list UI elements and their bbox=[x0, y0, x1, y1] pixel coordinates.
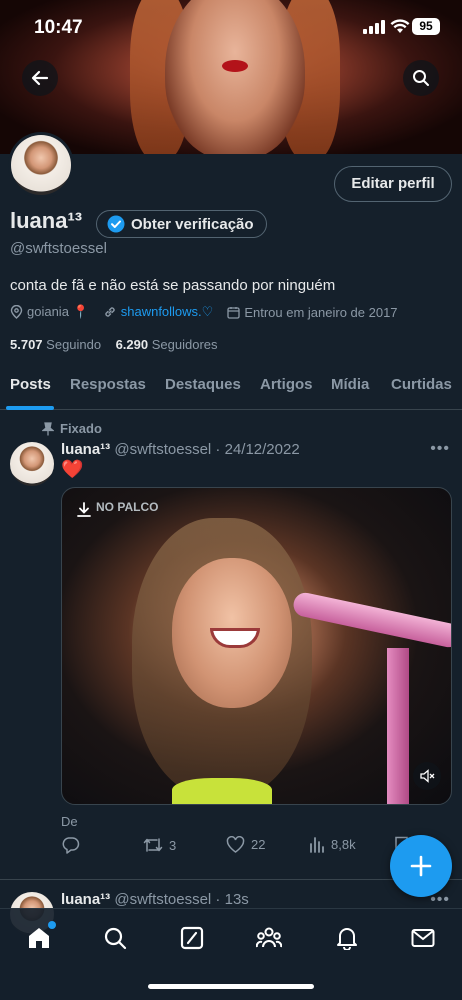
post-avatar-image bbox=[10, 442, 54, 486]
following-count: 5.707 bbox=[10, 337, 43, 352]
reply-icon bbox=[62, 837, 80, 854]
home-notification-dot bbox=[48, 921, 56, 929]
profile-meta: goiania 📍 shawnfollows.♡ Entrou em janei… bbox=[10, 304, 412, 320]
post-media-video[interactable]: NO PALCO bbox=[61, 487, 452, 805]
location-text: goiania 📍 bbox=[27, 304, 89, 319]
nav-notifications[interactable] bbox=[332, 923, 362, 953]
tab-media[interactable]: Mídia bbox=[331, 376, 369, 393]
search-button[interactable] bbox=[403, 60, 439, 96]
avatar-image bbox=[11, 135, 71, 195]
home-indicator bbox=[148, 984, 314, 989]
profile-tabs: Posts Respostas Destaques Artigos Mídia … bbox=[0, 366, 462, 410]
signal-icon bbox=[363, 20, 385, 34]
post-avatar[interactable] bbox=[10, 442, 54, 486]
wifi-icon bbox=[390, 19, 410, 33]
views-icon bbox=[310, 837, 324, 853]
post-handle-date: @swftstoessel · 24/12/2022 bbox=[114, 441, 300, 458]
website-link[interactable]: shawnfollows.♡ bbox=[121, 304, 214, 320]
nav-home[interactable] bbox=[24, 921, 56, 953]
profile-name: luana¹³ bbox=[10, 208, 83, 233]
get-verified-button[interactable]: Obter verificação bbox=[96, 210, 267, 238]
media-overlay-text: NO PALCO bbox=[96, 500, 159, 514]
media-microphone bbox=[291, 590, 451, 650]
post-header: luana¹³ @swftstoessel · 13s bbox=[61, 891, 249, 908]
profile-joined: Entrou em janeiro de 2017 bbox=[227, 304, 398, 320]
following-label: Seguindo bbox=[46, 337, 102, 352]
pinned-label: Fixado bbox=[42, 421, 102, 436]
followers-count: 6.290 bbox=[115, 337, 149, 352]
communities-icon bbox=[256, 927, 282, 948]
verified-badge-icon bbox=[107, 215, 125, 233]
repost-button[interactable]: 3 bbox=[143, 836, 176, 854]
post-author[interactable]: luana¹³ bbox=[61, 441, 110, 458]
follow-stats: 5.707 Seguindo 6.290 Seguidores bbox=[10, 337, 218, 352]
tab-likes[interactable]: Curtidas bbox=[391, 376, 452, 393]
back-button[interactable] bbox=[22, 60, 58, 96]
tab-replies[interactable]: Respostas bbox=[70, 376, 146, 393]
repost-count: 3 bbox=[169, 837, 177, 853]
search-icon bbox=[413, 70, 429, 86]
home-icon bbox=[29, 928, 49, 948]
post-author[interactable]: luana¹³ bbox=[61, 891, 110, 908]
followers-label: Seguidores bbox=[151, 337, 218, 352]
grok-icon bbox=[180, 926, 204, 950]
speaker-muted-icon bbox=[420, 769, 435, 783]
reply-button[interactable] bbox=[61, 836, 86, 854]
tab-highlights[interactable]: Destaques bbox=[165, 376, 241, 393]
tab-articles[interactable]: Artigos bbox=[260, 376, 313, 393]
download-icon bbox=[77, 502, 91, 517]
post-text: ❤️ bbox=[61, 459, 84, 479]
views-count: 8,8k bbox=[331, 837, 356, 852]
compose-plus-icon bbox=[410, 855, 432, 877]
status-time: 10:47 bbox=[34, 17, 83, 38]
post-header: luana¹³ @swftstoessel · 24/12/2022 bbox=[61, 441, 300, 458]
nav-grok[interactable] bbox=[177, 923, 207, 953]
profile-bio: conta de fã e não está se passando por n… bbox=[10, 277, 336, 294]
pinned-text: Fixado bbox=[60, 421, 102, 436]
status-bar: 10:47 95 bbox=[0, 0, 462, 54]
joined-text: Entrou em janeiro de 2017 bbox=[244, 304, 398, 320]
messages-icon bbox=[411, 929, 435, 947]
location-icon bbox=[10, 305, 23, 319]
nav-messages[interactable] bbox=[408, 923, 438, 953]
profile-location: goiania 📍 bbox=[10, 304, 89, 320]
profile-website[interactable]: shawnfollows.♡ bbox=[103, 304, 214, 320]
profile-avatar[interactable] bbox=[8, 132, 74, 198]
edit-profile-button[interactable]: Editar perfil bbox=[334, 166, 452, 202]
views-button[interactable]: 8,8k bbox=[309, 836, 356, 853]
like-icon bbox=[226, 836, 245, 853]
like-button[interactable]: 22 bbox=[226, 836, 265, 853]
nav-communities[interactable] bbox=[254, 923, 284, 953]
post-more-button[interactable]: ••• bbox=[430, 440, 450, 458]
compose-button[interactable] bbox=[390, 835, 452, 897]
search-icon bbox=[104, 927, 127, 950]
battery-indicator: 95 bbox=[412, 18, 440, 35]
notifications-icon bbox=[337, 928, 357, 950]
following-link[interactable]: 5.707 Seguindo bbox=[10, 337, 101, 352]
media-caption: De bbox=[61, 814, 78, 829]
get-verified-label: Obter verificação bbox=[131, 215, 254, 233]
repost-icon bbox=[143, 838, 163, 852]
media-outfit bbox=[172, 778, 272, 804]
tab-posts[interactable]: Posts bbox=[10, 376, 51, 393]
post-handle-date: @swftstoessel · 13s bbox=[114, 891, 249, 908]
like-count: 22 bbox=[251, 837, 266, 852]
nav-search[interactable] bbox=[100, 923, 130, 953]
calendar-icon bbox=[227, 306, 240, 319]
mute-button[interactable] bbox=[413, 762, 441, 790]
media-mic-stand bbox=[387, 648, 409, 804]
profile-handle: @swftstoessel bbox=[10, 240, 107, 257]
pin-icon bbox=[42, 421, 54, 435]
back-arrow-icon bbox=[31, 70, 49, 86]
banner-lips bbox=[222, 60, 248, 72]
link-icon bbox=[105, 307, 115, 317]
followers-link[interactable]: 6.290 Seguidores bbox=[116, 337, 218, 352]
active-tab-indicator bbox=[6, 406, 54, 410]
